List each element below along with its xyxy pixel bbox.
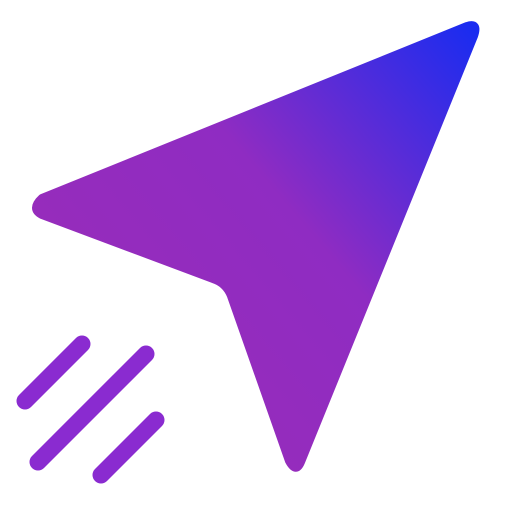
speed-lines <box>16 335 165 484</box>
speed-line-top <box>16 335 91 410</box>
paper-plane-send-icon <box>16 21 480 484</box>
icon-canvas <box>0 0 512 512</box>
speed-line-bottom <box>92 411 165 484</box>
